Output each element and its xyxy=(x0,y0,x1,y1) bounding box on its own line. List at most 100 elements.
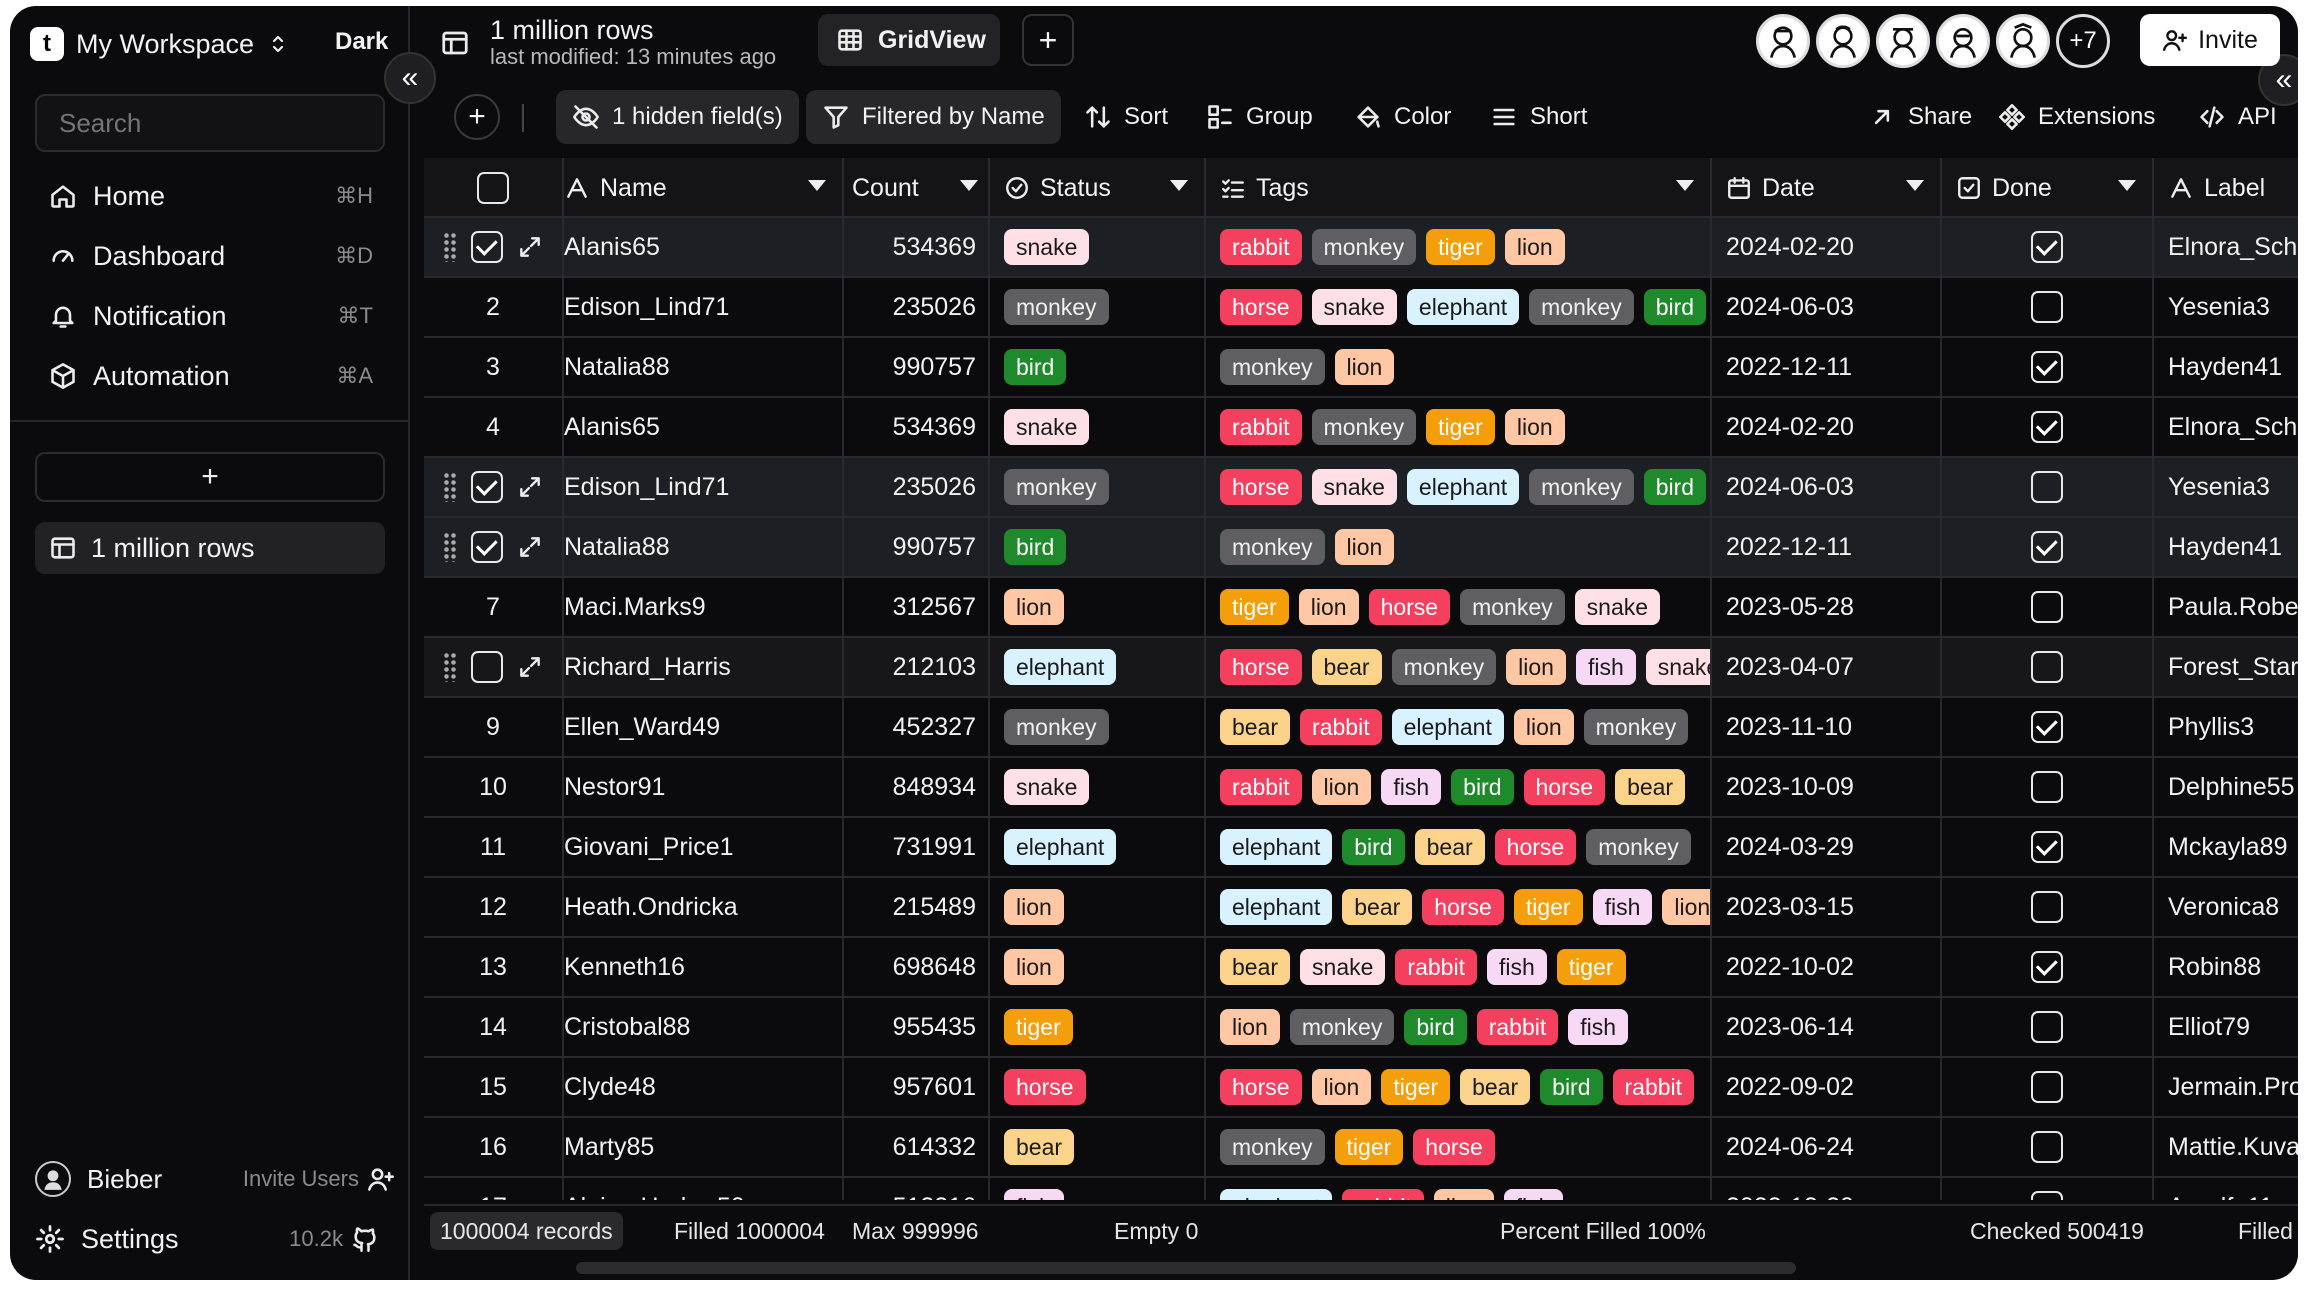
expand-record-icon[interactable] xyxy=(517,534,543,560)
cell-name[interactable]: Natalia88 xyxy=(564,518,844,576)
drag-handle-icon[interactable] xyxy=(443,472,457,502)
cell-date[interactable]: 2024-03-29 xyxy=(1712,818,1942,876)
cell-label[interactable]: Hayden41 xyxy=(2154,518,2298,576)
cell-status[interactable]: monkey xyxy=(990,278,1206,336)
cell-name[interactable]: Nestor91 xyxy=(564,758,844,816)
cell-done[interactable] xyxy=(1942,818,2154,876)
add-table-button[interactable]: + xyxy=(35,452,385,502)
cell-date[interactable]: 2022-12-20 xyxy=(1712,1178,1942,1200)
done-checkbox[interactable] xyxy=(2031,711,2063,743)
extensions-button[interactable]: Extensions xyxy=(1998,90,2155,144)
column-header-date[interactable]: Date xyxy=(1712,158,1942,218)
settings-item[interactable]: Settings 10.2k xyxy=(35,1216,395,1262)
add-user-icon[interactable] xyxy=(367,1165,395,1193)
table-row[interactable]: 14 Cristobal88 955435 tiger lion monkey bird ra… xyxy=(424,998,2298,1058)
row-select-checkbox[interactable] xyxy=(471,471,503,503)
cell-label[interactable]: Mckayla89 xyxy=(2154,818,2298,876)
cell-status[interactable]: monkey xyxy=(990,458,1206,516)
cell-label[interactable]: Forest_Starl xyxy=(2154,638,2298,696)
stat-done-checked[interactable]: Checked 500419 xyxy=(1970,1206,2144,1256)
cell-count[interactable]: 955435 xyxy=(844,998,990,1056)
cell-count[interactable]: 235026 xyxy=(844,278,990,336)
row-select-checkbox[interactable] xyxy=(471,531,503,563)
done-checkbox[interactable] xyxy=(2031,531,2063,563)
group-button[interactable]: Group xyxy=(1206,90,1313,144)
column-header-name[interactable]: Name xyxy=(564,158,844,218)
cell-tags[interactable]: elephant rabbit lion fish xyxy=(1206,1178,1712,1200)
cell-name[interactable]: Heath.Ondricka xyxy=(564,878,844,936)
add-record-button[interactable]: + xyxy=(454,94,500,140)
expand-record-icon[interactable] xyxy=(517,234,543,260)
workspace-switcher[interactable]: t My Workspace xyxy=(30,20,290,68)
drag-handle-icon[interactable] xyxy=(443,532,457,562)
table-row[interactable]: Natalia88 990757 bird monkey lion 2022-12-11 H… xyxy=(424,518,2298,578)
user-profile[interactable]: Bieber Invite Users xyxy=(35,1156,395,1202)
cell-date[interactable]: 2024-02-20 xyxy=(1712,398,1942,456)
cell-status[interactable]: snake xyxy=(990,758,1206,816)
cell-name[interactable]: Marty85 xyxy=(564,1118,844,1176)
cell-done[interactable] xyxy=(1942,578,2154,636)
sidebar-item-notification[interactable]: Notification ⌘T xyxy=(35,290,385,342)
done-checkbox[interactable] xyxy=(2031,1071,2063,1103)
table-row[interactable]: 4 Alanis65 534369 snake rabbit monkey tiger lio… xyxy=(424,398,2298,458)
cell-count[interactable]: 215489 xyxy=(844,878,990,936)
column-menu-caret-icon[interactable] xyxy=(808,180,826,191)
cell-count[interactable]: 235026 xyxy=(844,458,990,516)
cell-date[interactable]: 2022-10-02 xyxy=(1712,938,1942,996)
done-checkbox[interactable] xyxy=(2031,1011,2063,1043)
cell-name[interactable]: Natalia88 xyxy=(564,338,844,396)
cell-done[interactable] xyxy=(1942,218,2154,276)
cell-label[interactable]: Robin88 xyxy=(2154,938,2298,996)
column-menu-caret-icon[interactable] xyxy=(1906,180,1924,191)
cell-count[interactable]: 534369 xyxy=(844,218,990,276)
cell-tags[interactable]: elephant bird bear horse monkey xyxy=(1206,818,1712,876)
cell-name[interactable]: Edison_Lind71 xyxy=(564,458,844,516)
cell-tags[interactable]: rabbit monkey tiger lion xyxy=(1206,398,1712,456)
cell-count[interactable]: 212103 xyxy=(844,638,990,696)
cell-count[interactable]: 312567 xyxy=(844,578,990,636)
cell-label[interactable]: Hayden41 xyxy=(2154,338,2298,396)
cell-tags[interactable]: lion monkey bird rabbit fish xyxy=(1206,998,1712,1056)
invite-button[interactable]: Invite xyxy=(2140,14,2280,66)
share-button[interactable]: Share xyxy=(1868,90,1972,144)
table-row[interactable]: 2 Edison_Lind71 235026 monkey horse snake elep… xyxy=(424,278,2298,338)
cell-done[interactable] xyxy=(1942,1118,2154,1176)
collaborator-avatar[interactable] xyxy=(1756,14,1810,68)
cell-done[interactable] xyxy=(1942,758,2154,816)
cell-date[interactable]: 2024-06-24 xyxy=(1712,1118,1942,1176)
view-switcher-button[interactable]: GridView xyxy=(818,14,1000,66)
table-row[interactable]: 10 Nestor91 848934 snake rabbit lion fish bird h… xyxy=(424,758,2298,818)
cell-tags[interactable]: bear rabbit elephant lion monkey xyxy=(1206,698,1712,756)
cell-name[interactable]: Cristobal88 xyxy=(564,998,844,1056)
done-checkbox[interactable] xyxy=(2031,231,2063,263)
cell-done[interactable] xyxy=(1942,638,2154,696)
cell-status[interactable]: lion xyxy=(990,938,1206,996)
cell-count[interactable]: 957601 xyxy=(844,1058,990,1116)
cell-label[interactable]: Paula.Robel xyxy=(2154,578,2298,636)
cell-status[interactable]: bird xyxy=(990,338,1206,396)
cell-done[interactable] xyxy=(1942,278,2154,336)
cell-tags[interactable]: rabbit monkey tiger lion xyxy=(1206,218,1712,276)
cell-status[interactable]: fish xyxy=(990,1178,1206,1200)
expand-record-icon[interactable] xyxy=(517,474,543,500)
api-button[interactable]: API xyxy=(2198,90,2277,144)
cell-date[interactable]: 2023-11-10 xyxy=(1712,698,1942,756)
done-checkbox[interactable] xyxy=(2031,1191,2063,1200)
cell-label[interactable]: Elnora_Schu xyxy=(2154,398,2298,456)
done-checkbox[interactable] xyxy=(2031,411,2063,443)
cell-count[interactable]: 990757 xyxy=(844,338,990,396)
stat-status-empty[interactable]: Empty 0 xyxy=(1114,1206,1198,1256)
cell-label[interactable]: Yesenia3 xyxy=(2154,458,2298,516)
table-row[interactable]: 7 Maci.Marks9 312567 lion tiger lion horse monk… xyxy=(424,578,2298,638)
cell-status[interactable]: snake xyxy=(990,218,1206,276)
done-checkbox[interactable] xyxy=(2031,831,2063,863)
cell-date[interactable]: 2023-06-14 xyxy=(1712,998,1942,1056)
done-checkbox[interactable] xyxy=(2031,951,2063,983)
cell-name[interactable]: Alaina.Herbar50 xyxy=(564,1178,844,1200)
column-header-count[interactable]: Count xyxy=(844,158,990,218)
table-row[interactable]: 15 Clyde48 957601 horse horse lion tiger bear bi… xyxy=(424,1058,2298,1118)
cell-count[interactable]: 848934 xyxy=(844,758,990,816)
column-menu-caret-icon[interactable] xyxy=(960,180,978,191)
github-icon[interactable] xyxy=(351,1225,379,1253)
table-row[interactable]: Edison_Lind71 235026 monkey horse snake eleph… xyxy=(424,458,2298,518)
